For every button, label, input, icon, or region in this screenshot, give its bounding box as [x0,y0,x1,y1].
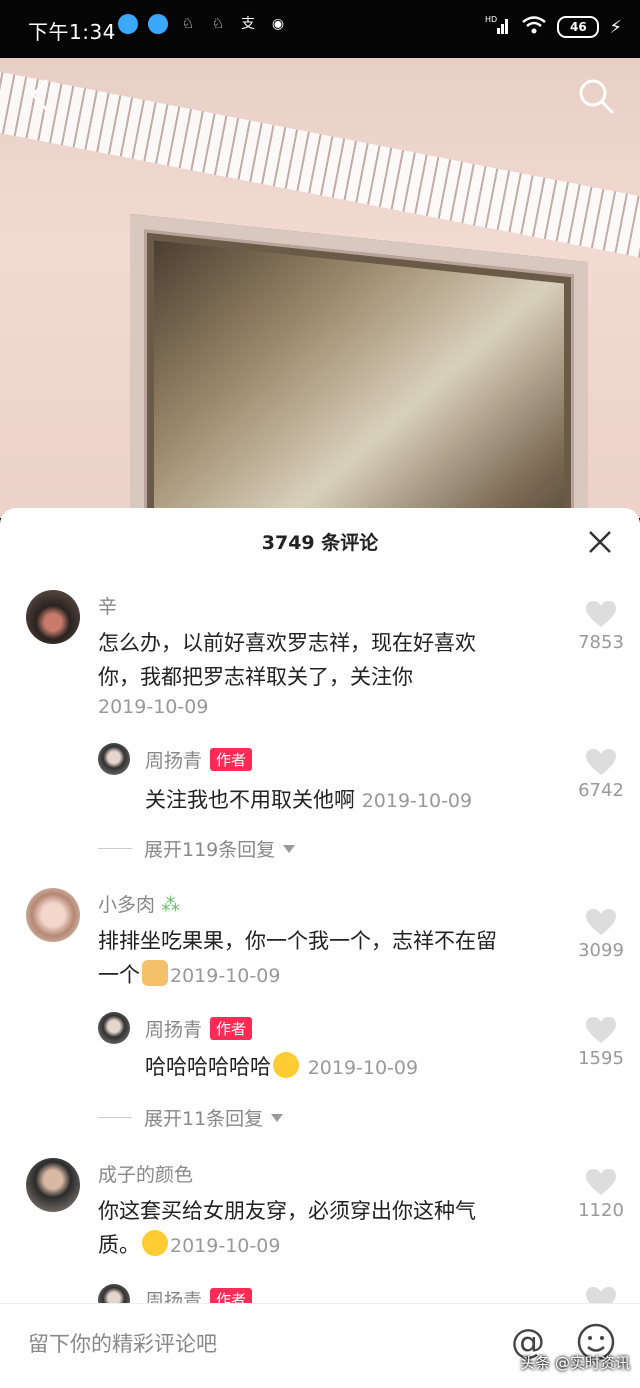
reply-date: 2019-10-09 [361,790,473,812]
comment-text-line: 你，我都把罗志祥取关了，关注你 [98,665,413,689]
status-right: HD 46 ⚡ [485,14,622,40]
heart-icon [586,1169,616,1195]
comment-text-line: 质。 [98,1233,140,1257]
laughing-emoji-icon [273,1052,299,1078]
comment-text-line: 排排坐吃果果，你一个我一个，志祥不在留 [98,929,497,953]
svg-text:HD: HD [485,15,497,24]
reply-username[interactable]: 周扬青 作者 [145,746,253,773]
avatar[interactable] [26,888,80,942]
avatar[interactable] [98,743,130,775]
like-button[interactable]: 1120 [572,1168,630,1221]
comment-username[interactable]: 成子的颜色 [98,1160,193,1187]
painting [154,240,564,518]
painting-frame [130,213,588,518]
comment-username[interactable]: 辛 [98,592,117,619]
divider [98,1117,132,1118]
expand-replies-label: 展开11条回复 [144,1108,264,1130]
comment-input-bar[interactable]: 留下你的精彩评论吧 @ [0,1303,640,1388]
comment-date: 2019-10-09 [170,965,281,987]
status-bar: 下午1:34 ♘ ♘ 支 ◉ HD 46 ⚡ [0,0,640,58]
heart-icon [586,749,616,775]
charging-icon: ⚡ [609,16,622,38]
like-button[interactable]: 1595 [572,1016,630,1069]
author-badge: 作者 [210,748,253,771]
game-icon: ♘ [181,16,195,32]
comment-date: 2019-10-09 [98,696,209,718]
comment-item: 小多肉 ⁂ 排排坐吃果果，你一个我一个，志祥不在留 一个 2019-10-09 3… [0,888,640,1138]
comment-text: 你这套买给女朋友穿，必须穿出你这种气 质。 2019-10-09 [98,1194,476,1263]
game-icon: ♘ [211,16,225,32]
status-time: 下午1:34 [28,20,116,44]
reply-username[interactable]: 周扬青 作者 [145,1015,253,1042]
comment-text-line: 你这套买给女朋友穿，必须穿出你这种气 [98,1199,476,1223]
comment-username-text: 小多肉 [98,894,156,916]
comment-text-line: 怎么办，以前好喜欢罗志祥，现在好喜欢 [98,631,476,655]
divider [98,848,132,849]
reply-text: 关注我也不用取关他啊 2019-10-09 [145,783,472,818]
avatar[interactable] [26,590,80,644]
comment-input[interactable]: 留下你的精彩评论吧 [28,1328,217,1358]
expand-replies-label: 展开119条回复 [144,839,276,861]
reply-text-content: 关注我也不用取关他啊 [145,788,355,812]
app-icon [118,14,138,34]
cactus-icon: ⁂ [161,894,181,916]
close-icon[interactable] [584,526,616,558]
clapping-emoji-icon [142,960,168,986]
ceiling-cornice [0,68,640,261]
alipay-icon: 支 [241,16,255,32]
reply-username-text: 周扬青 [145,750,203,772]
like-count: 1595 [578,1048,624,1069]
chevron-down-icon [271,1113,284,1122]
like-button[interactable]: 6742 [572,748,630,801]
reply-username-text: 周扬青 [145,1019,203,1041]
watermark: 头条 @实时资讯 [520,1354,630,1372]
like-count: 3099 [578,940,624,961]
comment-sheet: 3749 条评论 辛 怎么办，以前好喜欢罗志祥，现在好喜欢 你，我都把罗志祥取关… [0,508,640,1387]
comment-date: 2019-10-09 [170,1235,281,1257]
like-count: 7853 [578,632,624,653]
comment-text-line: 一个 [98,963,140,987]
video-background[interactable] [0,58,640,518]
author-badge: 作者 [210,1017,253,1040]
expand-replies[interactable]: 展开11条回复 [98,1104,284,1131]
back-icon[interactable] [26,78,54,112]
like-count: 6742 [578,780,624,801]
comment-text: 怎么办，以前好喜欢罗志祥，现在好喜欢 你，我都把罗志祥取关了，关注你 [98,626,476,694]
comment-item: 辛 怎么办，以前好喜欢罗志祥，现在好喜欢 你，我都把罗志祥取关了，关注你 201… [0,588,640,868]
reply-date: 2019-10-09 [307,1057,419,1079]
wifi-icon [521,15,547,39]
qq-icon: ◉ [271,16,285,32]
smirk-emoji-icon [142,1230,168,1256]
notification-icons: ♘ ♘ 支 ◉ [118,14,288,34]
reply-text: 哈哈哈哈哈哈 2019-10-09 [145,1050,418,1085]
comment-username[interactable]: 小多肉 ⁂ [98,890,180,917]
chevron-down-icon [283,844,296,853]
like-button[interactable]: 3099 [572,908,630,961]
like-count: 1120 [578,1200,624,1221]
heart-icon [586,909,616,935]
avatar[interactable] [98,1012,130,1044]
battery-indicator: 46 [557,16,600,38]
heart-icon [586,601,616,627]
comment-text: 排排坐吃果果，你一个我一个，志祥不在留 一个 2019-10-09 [98,924,497,993]
comment-item: 成子的颜色 你这套买给女朋友穿，必须穿出你这种气 质。 2019-10-09 11… [0,1158,640,1316]
expand-replies[interactable]: 展开119条回复 [98,835,296,862]
like-button[interactable]: 7853 [572,600,630,653]
avatar[interactable] [26,1158,80,1212]
signal-icon: HD [485,14,511,40]
heart-icon [586,1017,616,1043]
app-icon [148,14,168,34]
reply-text-content: 哈哈哈哈哈哈 [145,1055,271,1079]
comment-count-title: 3749 条评论 [261,532,379,554]
search-icon[interactable] [576,76,616,116]
